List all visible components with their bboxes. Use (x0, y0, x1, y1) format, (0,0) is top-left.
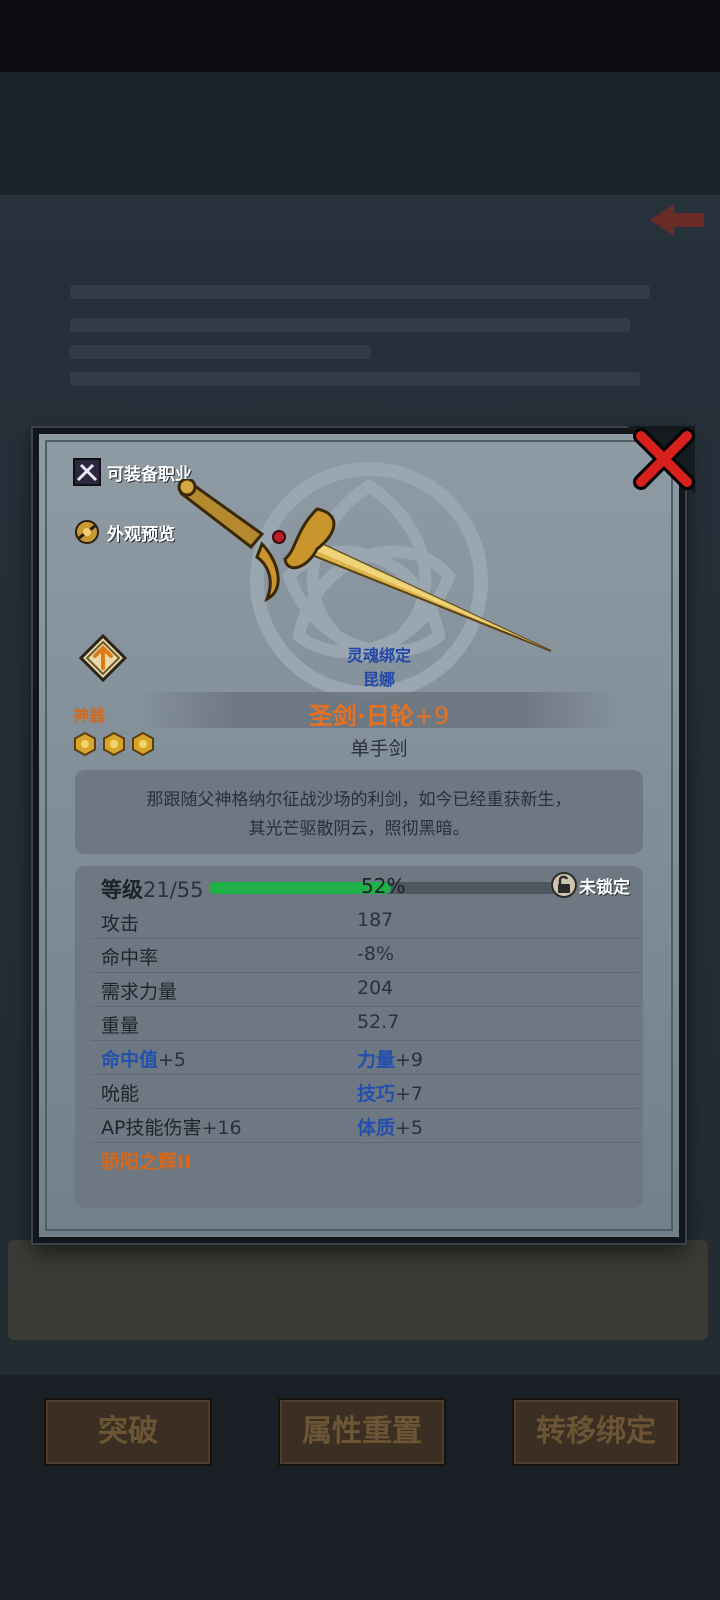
stat-row: 需求力量 204 (91, 972, 639, 1007)
stat-label: 需求力量 (101, 981, 178, 1003)
item-description: 那跟随父神格纳尔征战沙场的利剑，如今已经重获新生， 其光芒驱散阴云，照彻黑暗。 (75, 770, 643, 854)
xp-percent: 52% (361, 874, 406, 898)
stat-label: 重量 (101, 1015, 140, 1037)
appearance-icon (75, 520, 99, 544)
star-icon (74, 732, 96, 756)
level-row: 等级21/55 52% 未锁定 (101, 872, 641, 904)
description-line: 其光芒驱散阴云，照彻黑暗。 (248, 819, 470, 839)
lock-status: 未锁定 (579, 877, 630, 898)
stat-label: 命中率 (101, 947, 159, 969)
bonus-left: AP技能伤害+16 (101, 1117, 242, 1139)
skill-row: 骄阳之辉II (91, 1142, 639, 1176)
stat-value: 52.7 (357, 1011, 400, 1033)
bonus-row: 吮能 技巧+7 (91, 1074, 639, 1109)
bonus-right: 体质+5 (357, 1117, 424, 1139)
status-bar (0, 0, 720, 72)
lock-toggle[interactable]: 未锁定 (551, 872, 630, 898)
background-row (70, 345, 370, 359)
appearance-preview-label: 外观预览 (107, 524, 175, 545)
upgrade-icon[interactable] (79, 634, 127, 682)
breakthrough-button[interactable]: 突破 (44, 1398, 212, 1466)
back-arrow-icon[interactable] (648, 200, 708, 240)
stat-row: 攻击 187 (91, 904, 639, 939)
stat-label: 攻击 (101, 913, 140, 935)
bound-character-name: 昆娜 (362, 670, 395, 689)
bonus-right: 技巧+7 (357, 1083, 424, 1105)
background-row (70, 318, 630, 332)
appearance-preview-link[interactable]: 外观预览 (73, 518, 175, 546)
item-type: 单手剑 (350, 738, 408, 760)
level-label: 等级21/55 (101, 878, 204, 902)
bonus-left: 命中值+5 (101, 1049, 187, 1071)
rarity-label: 神器 (73, 706, 106, 725)
item-name: 圣剑·日轮+9 (308, 702, 450, 730)
soulbound-label: 灵魂绑定 (346, 646, 411, 665)
background-row (70, 372, 640, 386)
bonus-left: 吮能 (101, 1083, 140, 1105)
bonus-right: 力量+9 (357, 1049, 424, 1071)
stat-row: 重量 52.7 (91, 1006, 639, 1041)
class-icon (73, 458, 101, 486)
lock-open-icon (551, 872, 577, 898)
bonus-row: 命中值+5 力量+9 (91, 1040, 639, 1075)
bonus-row: AP技能伤害+16 体质+5 (91, 1108, 639, 1143)
stat-row: 命中率 -8% (91, 938, 639, 973)
close-icon[interactable] (627, 426, 695, 494)
stat-value: -8% (357, 943, 394, 965)
skill-name[interactable]: 骄阳之辉II (101, 1147, 191, 1174)
transfer-binding-button[interactable]: 转移绑定 (512, 1398, 680, 1466)
item-detail-modal: 可装备职业 外观预览 灵魂绑定 昆娜 神器 圣剑·日轮+9 单手剑 那跟随父神格… (33, 426, 695, 1243)
stat-value: 187 (357, 909, 394, 931)
description-line: 那跟随父神格纳尔征战沙场的利剑，如今已经重获新生， (146, 790, 572, 810)
star-icon (103, 732, 125, 756)
stat-value: 204 (357, 977, 394, 999)
background-row (70, 285, 650, 299)
reset-attributes-button[interactable]: 属性重置 (278, 1398, 446, 1466)
background-base (8, 1240, 708, 1340)
